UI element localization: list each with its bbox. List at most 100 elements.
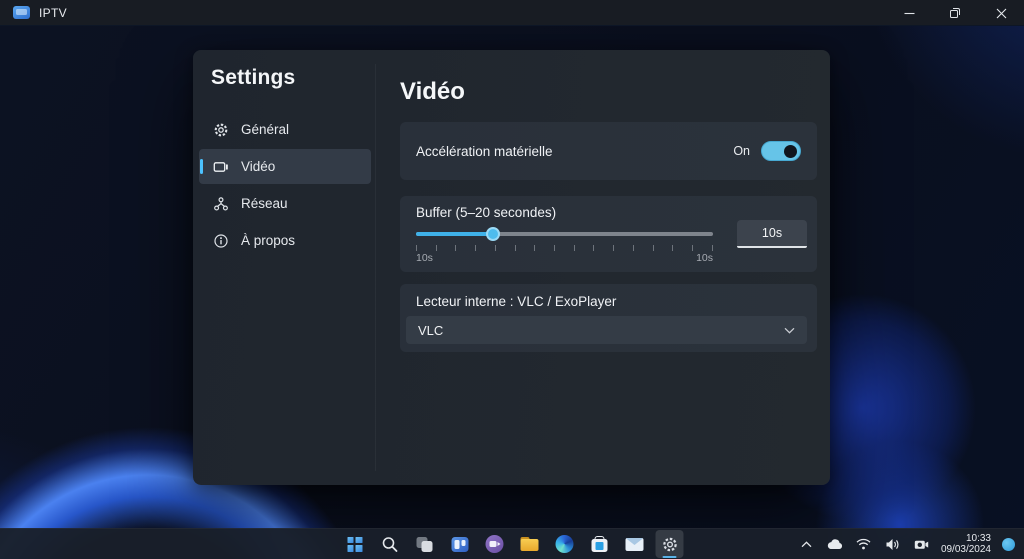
start-button[interactable] — [341, 530, 369, 558]
window-title: IPTV — [39, 6, 67, 20]
slider-tick — [475, 245, 476, 251]
speaker-icon — [885, 538, 900, 551]
mail-button[interactable] — [621, 530, 649, 558]
buffer-value: 10s — [762, 226, 782, 240]
hardware-acceleration-label: Accélération matérielle — [416, 144, 733, 159]
slider-tick — [416, 245, 417, 251]
chat-button[interactable] — [481, 530, 509, 558]
file-explorer-button[interactable] — [516, 530, 544, 558]
start-icon — [347, 537, 362, 552]
wifi-icon — [856, 538, 871, 550]
settings-title: Settings — [211, 66, 295, 90]
player-select-value: VLC — [418, 323, 784, 338]
tray-time: 10:33 — [966, 533, 991, 545]
slider-ticks — [416, 245, 713, 251]
taskbar: 10:33 09/03/2024 — [0, 528, 1024, 559]
settings-app-button[interactable] — [656, 530, 684, 558]
close-icon — [996, 8, 1007, 19]
slider-tick — [692, 245, 693, 251]
iptv-app-icon — [13, 6, 30, 19]
selected-indicator — [200, 159, 203, 174]
buffer-label: Buffer (5–20 secondes) — [416, 205, 556, 220]
taskbar-center — [341, 530, 684, 558]
gear-icon — [212, 122, 230, 138]
clock: 10:33 09/03/2024 — [941, 533, 991, 556]
slider-tick — [613, 245, 614, 251]
info-icon — [212, 233, 230, 249]
sidebar-item-label: À propos — [241, 233, 295, 248]
hardware-acceleration-card: Accélération matérielle On — [400, 122, 817, 180]
slider-tick — [574, 245, 575, 251]
camera-button[interactable] — [912, 530, 932, 558]
restore-button[interactable] — [932, 0, 978, 26]
player-card: Lecteur interne : VLC / ExoPlayer VLC — [400, 284, 817, 352]
sidebar-item-about[interactable]: À propos — [199, 223, 371, 258]
sidebar-item-reseau[interactable]: Réseau — [199, 186, 371, 221]
notifications-button[interactable] — [1000, 530, 1016, 558]
store-icon — [592, 539, 608, 552]
settings-dialog: Settings Général Vidéo Réseau — [193, 50, 830, 485]
toggle-knob — [784, 145, 797, 158]
volume-button[interactable] — [883, 530, 903, 558]
sidebar-item-label: Vidéo — [241, 159, 275, 174]
store-button[interactable] — [586, 530, 614, 558]
widgets-button[interactable] — [446, 530, 474, 558]
slider-tick — [593, 245, 594, 251]
player-select[interactable]: VLC — [406, 316, 807, 344]
slider-range-labels: 10s 10s — [416, 252, 713, 264]
edge-icon — [556, 535, 574, 553]
sidebar-item-video[interactable]: Vidéo — [199, 149, 371, 184]
chevron-down-icon — [784, 327, 795, 334]
slider-fill — [416, 232, 493, 236]
slider-tick — [633, 245, 634, 251]
slider-tick — [436, 245, 437, 251]
slider-tick — [495, 245, 496, 251]
sidebar-item-label: Général — [241, 122, 289, 137]
page-title: Vidéo — [400, 78, 465, 106]
slider-tick — [672, 245, 673, 251]
active-app-indicator — [663, 556, 677, 559]
task-view-icon — [416, 537, 433, 552]
titlebar: IPTV — [0, 0, 1024, 26]
system-tray: 10:33 09/03/2024 — [798, 529, 1016, 559]
sidebar-item-label: Réseau — [241, 196, 288, 211]
desktop: IPTV Settings Général — [0, 0, 1024, 559]
slider-tick — [653, 245, 654, 251]
buffer-card: Buffer (5–20 secondes) 10s 10s 10s — [400, 196, 817, 272]
search-icon — [381, 536, 398, 553]
tray-date: 09/03/2024 — [941, 544, 991, 556]
player-label: Lecteur interne : VLC / ExoPlayer — [416, 294, 616, 309]
video-icon — [212, 159, 230, 175]
mail-icon — [626, 538, 644, 551]
slider-tick — [534, 245, 535, 251]
search-button[interactable] — [376, 530, 404, 558]
wifi-button[interactable] — [854, 530, 874, 558]
edge-button[interactable] — [551, 530, 579, 558]
slider-min-label: 10s — [416, 252, 433, 264]
camera-icon — [914, 539, 929, 550]
minimize-button[interactable] — [886, 0, 932, 26]
tray-chevron-button[interactable] — [798, 530, 816, 558]
notifications-badge — [1002, 538, 1015, 551]
clock-widget[interactable]: 10:33 09/03/2024 — [941, 530, 991, 558]
slider-tick — [712, 245, 713, 251]
task-view-button[interactable] — [411, 530, 439, 558]
buffer-value-field[interactable]: 10s — [737, 220, 807, 248]
slider-tick — [554, 245, 555, 251]
cloud-icon — [826, 538, 843, 550]
slider-tick — [455, 245, 456, 251]
close-button[interactable] — [978, 0, 1024, 26]
file-explorer-icon — [521, 537, 539, 551]
settings-sidebar: Général Vidéo Réseau À propos — [199, 112, 371, 260]
minimize-icon — [904, 8, 915, 19]
hardware-acceleration-toggle[interactable] — [761, 141, 801, 161]
settings-gear-icon — [661, 536, 678, 553]
restore-icon — [949, 7, 961, 19]
buffer-slider[interactable] — [416, 226, 713, 242]
slider-knob[interactable] — [486, 227, 500, 241]
sidebar-item-general[interactable]: Général — [199, 112, 371, 147]
chevron-up-icon — [801, 541, 812, 548]
slider-tick — [515, 245, 516, 251]
onedrive-button[interactable] — [825, 530, 845, 558]
window-controls — [886, 0, 1024, 25]
